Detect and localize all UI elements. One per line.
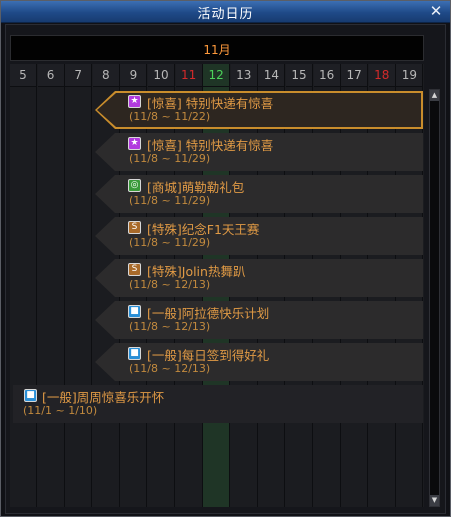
close-icon[interactable]: ✕ <box>428 2 444 20</box>
star-icon: ★ <box>128 95 141 108</box>
general-icon: ■ <box>128 305 141 318</box>
day-column: 7 <box>65 64 93 507</box>
event-dates: (11/8 ~ 12/13) <box>129 320 211 333</box>
day-label: 8 <box>92 64 119 87</box>
title-bar[interactable]: 活动日历 ✕ <box>1 1 450 23</box>
day-label: 15 <box>286 64 312 87</box>
event-dates: (11/8 ~ 12/13) <box>129 278 211 291</box>
month-label: 11月 <box>203 43 231 57</box>
month-header: 11月 <box>10 35 424 61</box>
event-dates: (11/8 ~ 11/29) <box>129 194 211 207</box>
event-dates: (11/8 ~ 11/22) <box>129 110 211 123</box>
event-dates: (11/8 ~ 11/29) <box>129 152 211 165</box>
day-label: 14 <box>258 64 285 87</box>
day-label: 10 <box>148 64 174 87</box>
event-item[interactable]: ★ [惊喜] 特别快递有惊喜 (11/8 ~ 11/22) <box>95 91 423 129</box>
day-label: 13 <box>230 64 257 87</box>
day-column: 6 <box>37 64 65 507</box>
shop-icon: ◎ <box>128 179 141 192</box>
special-icon: S <box>128 221 141 234</box>
day-label: 9 <box>120 64 147 87</box>
scroll-up-icon[interactable]: ▲ <box>430 90 439 101</box>
event-item[interactable]: ■ [一般]阿拉德快乐计划 (11/8 ~ 12/13) <box>95 301 423 339</box>
special-icon: S <box>128 263 141 276</box>
day-label: 5 <box>10 64 36 87</box>
day-label: 11 <box>175 64 202 87</box>
star-icon: ★ <box>128 137 141 150</box>
event-item[interactable]: S [特殊]纪念F1天王赛 (11/8 ~ 11/29) <box>95 217 423 255</box>
event-dates: (11/1 ~ 1/10) <box>23 404 98 417</box>
day-label: 18 <box>368 64 395 87</box>
activity-calendar-window: 活动日历 ✕ 11月 5 6 7 8 9 10 11 12 13 14 15 16 17 18 19 ★ [惊… <box>0 0 451 517</box>
day-label: 7 <box>65 64 92 87</box>
general-icon: ■ <box>128 347 141 360</box>
event-item[interactable]: S [特殊]Jolin热舞趴 (11/8 ~ 12/13) <box>95 259 423 297</box>
event-dates: (11/8 ~ 12/13) <box>129 362 211 375</box>
day-label: 19 <box>396 64 423 87</box>
event-item[interactable]: ★ [惊喜] 特别快递有惊喜 (11/8 ~ 11/29) <box>95 133 423 171</box>
day-label: 16 <box>313 64 340 87</box>
day-label: 17 <box>341 64 368 87</box>
event-item[interactable]: ◎ [商城]萌勒勒礼包 (11/8 ~ 11/29) <box>95 175 423 213</box>
day-column: 5 <box>10 64 37 507</box>
event-dates: (11/8 ~ 11/29) <box>129 236 211 249</box>
day-label: 6 <box>37 64 64 87</box>
scrollbar[interactable]: ▲ ▼ <box>429 89 440 507</box>
general-icon: ■ <box>24 389 37 402</box>
window-title: 活动日历 <box>197 7 254 22</box>
event-item[interactable]: ■ [一般]每日签到得好礼 (11/8 ~ 12/13) <box>95 343 423 381</box>
day-label: 12 <box>203 64 230 87</box>
event-item[interactable]: ■ [一般]周周惊喜乐开怀 (11/1 ~ 1/10) <box>13 385 423 423</box>
scroll-down-icon[interactable]: ▼ <box>430 495 439 506</box>
